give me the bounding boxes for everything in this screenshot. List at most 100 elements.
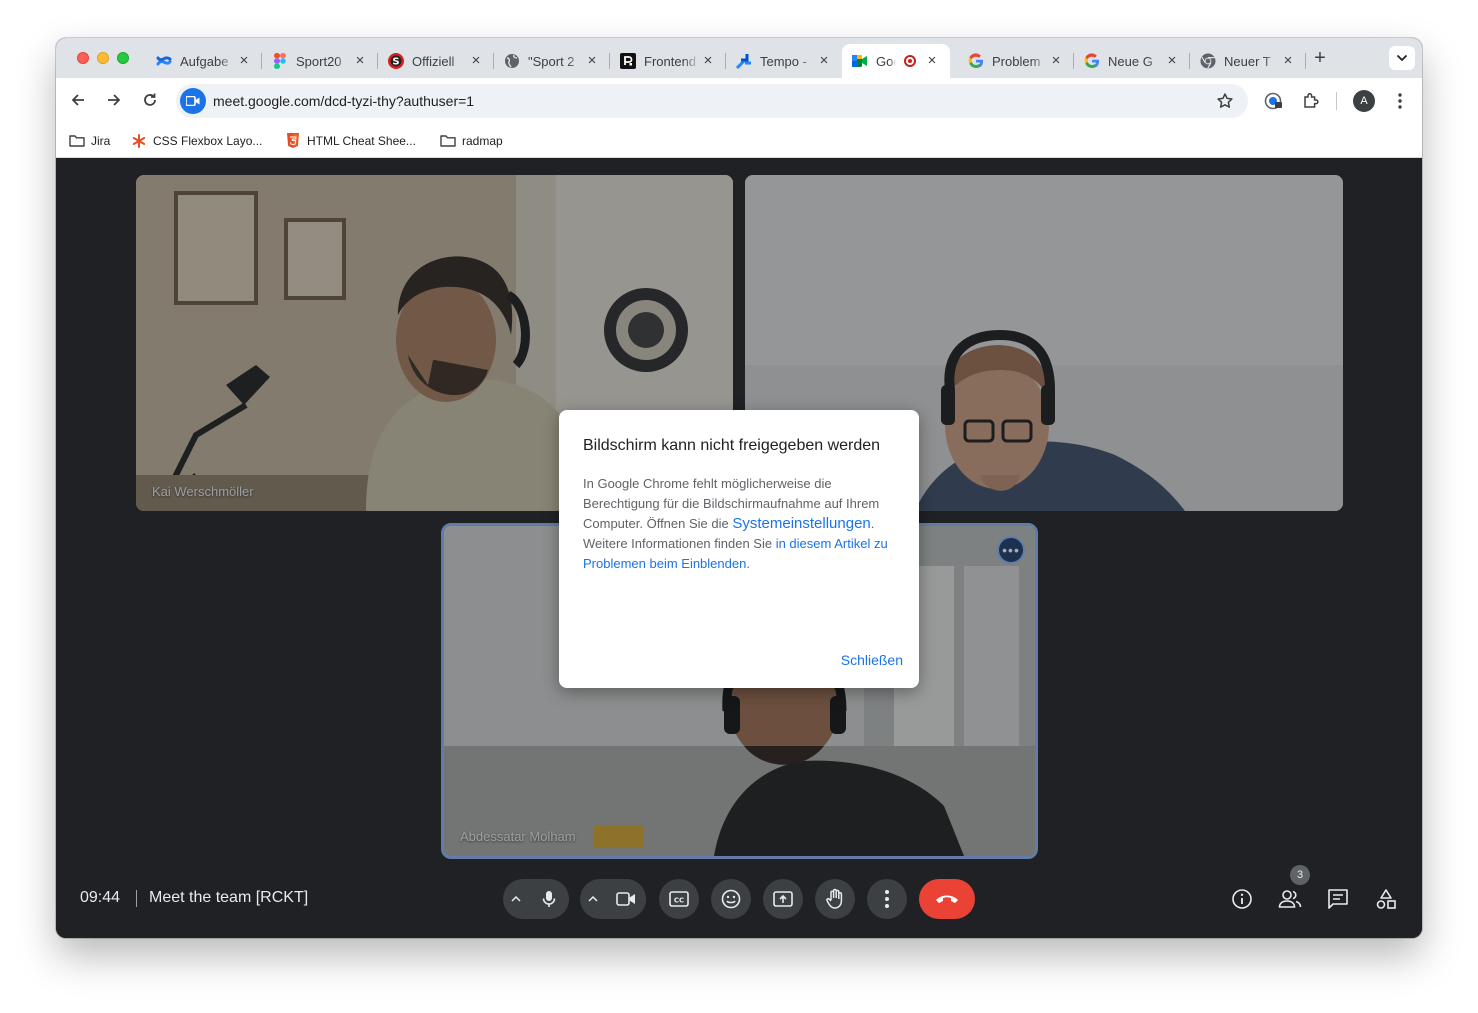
tab-close-icon[interactable]: × <box>1280 53 1296 69</box>
meet-stage: Kai Werschmöller ••• Abdessatar Molham B… <box>56 159 1422 938</box>
more-options-button[interactable] <box>867 879 907 919</box>
leave-call-button[interactable] <box>919 879 975 919</box>
toolbar-divider <box>1336 92 1337 110</box>
close-window-button[interactable] <box>77 52 89 64</box>
tab-8[interactable]: Neue G × <box>1074 44 1190 78</box>
system-settings-link[interactable]: Systemeinstellungen <box>732 515 870 532</box>
hang-up-phone-icon <box>936 895 958 903</box>
google-icon <box>968 53 984 69</box>
tab-title: Goo <box>876 53 896 69</box>
folder-icon <box>440 133 456 149</box>
meet-site-icon[interactable] <box>180 88 206 114</box>
captions-button[interactable]: CC <box>659 879 699 919</box>
back-arrow-icon[interactable] <box>66 88 90 112</box>
tab-close-icon[interactable]: × <box>816 53 832 69</box>
google-icon <box>1084 53 1100 69</box>
bookmarks-bar: Jira CSS Flexbox Layo... HTML Cheat Shee… <box>56 124 1422 158</box>
address-bar[interactable]: meet.google.com/dcd-tyzi-thy?authuser=1 <box>176 84 1248 118</box>
people-icon <box>1278 890 1302 908</box>
tab-5[interactable]: Tempo - × <box>726 44 842 78</box>
info-icon <box>1232 889 1252 909</box>
bottom-bar-divider <box>136 890 137 907</box>
more-vertical-icon <box>885 890 889 908</box>
raise-hand-icon <box>826 888 843 909</box>
chrome-icon <box>1200 53 1216 69</box>
reactions-button[interactable] <box>711 879 751 919</box>
tab-0[interactable]: Aufgabe × <box>146 44 262 78</box>
meeting-details-button[interactable] <box>1230 887 1254 911</box>
svg-text:S: S <box>392 57 399 68</box>
bookmark-radmap[interactable]: radmap <box>440 132 503 150</box>
camera-icon <box>616 892 635 906</box>
people-button[interactable] <box>1278 887 1302 911</box>
tab-close-icon[interactable]: × <box>468 53 484 69</box>
svg-text:CC: CC <box>674 897 684 905</box>
tab-9[interactable]: Neuer T × <box>1190 44 1306 78</box>
tab-6-active[interactable]: Goo × <box>842 44 950 78</box>
chrome-menu-kebab-icon[interactable] <box>1389 90 1411 112</box>
bookmark-css-flexbox[interactable]: CSS Flexbox Layo... <box>131 132 262 150</box>
tab-close-icon[interactable]: × <box>700 53 716 69</box>
camera-options-chevron-icon[interactable] <box>580 879 606 919</box>
tab-2[interactable]: S Offiziell × <box>378 44 494 78</box>
mic-control-group <box>503 879 569 919</box>
tab-title: Problem <box>992 53 1041 69</box>
tab-close-icon[interactable]: × <box>236 53 252 69</box>
tab-close-icon[interactable]: × <box>584 53 600 69</box>
extensions-puzzle-icon[interactable] <box>1300 90 1322 112</box>
tab-title: "Sport 2 <box>528 53 575 69</box>
tab-7[interactable]: Problem × <box>958 44 1074 78</box>
camera-control-group <box>580 879 646 919</box>
tab-3[interactable]: "Sport 2 × <box>494 44 610 78</box>
zoom-window-button[interactable] <box>117 52 129 64</box>
tab-title: Frontend <box>644 53 697 69</box>
bookmark-label: Jira <box>91 134 111 148</box>
activities-shapes-icon <box>1376 889 1396 909</box>
minimize-window-button[interactable] <box>97 52 109 64</box>
microphone-icon <box>542 891 556 907</box>
new-tab-plus-icon[interactable]: + <box>1310 48 1330 68</box>
tab-title: Neuer T <box>1224 53 1271 69</box>
tab-close-icon[interactable]: × <box>352 53 368 69</box>
closed-captions-icon: CC <box>669 891 689 907</box>
present-screen-button[interactable] <box>763 879 803 919</box>
tab-close-icon[interactable]: × <box>1164 53 1180 69</box>
profile-avatar[interactable]: A <box>1353 90 1375 112</box>
tab-title: Sport20 <box>296 53 342 69</box>
tab-close-icon[interactable]: × <box>924 53 940 69</box>
bookmark-label: CSS Flexbox Layo... <box>153 134 263 148</box>
tab-4[interactable]: Frontend × <box>610 44 726 78</box>
meet-bottom-bar: 09:44 Meet the team [RCKT] CC 3 <box>56 859 1422 938</box>
activities-button[interactable] <box>1374 887 1398 911</box>
bookmark-jira[interactable]: Jira <box>69 132 110 150</box>
dialog-text-3: . <box>746 556 750 571</box>
raise-hand-button[interactable] <box>815 879 855 919</box>
chat-icon <box>1328 889 1348 909</box>
dialog-title: Bildschirm kann nicht freigegeben werden <box>583 437 881 454</box>
mic-options-chevron-icon[interactable] <box>503 879 529 919</box>
microphone-button[interactable] <box>529 879 569 919</box>
confluence-icon <box>156 53 172 69</box>
tab-search-chevron-icon[interactable] <box>1389 46 1415 70</box>
reload-icon[interactable] <box>138 88 162 112</box>
dialog-close-button[interactable]: Schließen <box>841 648 903 672</box>
tab-title: Tempo - <box>760 53 807 69</box>
url-text[interactable]: meet.google.com/dcd-tyzi-thy?authuser=1 <box>213 93 474 109</box>
camera-button[interactable] <box>606 879 646 919</box>
bookmark-label: HTML Cheat Shee... <box>307 134 416 148</box>
meeting-clock: 09:44 <box>80 889 121 906</box>
tab-close-icon[interactable]: × <box>1048 53 1064 69</box>
google-meet-icon <box>852 53 868 69</box>
screen-share-error-dialog: Bildschirm kann nicht freigegeben werden… <box>559 410 919 688</box>
password-manager-icon[interactable] <box>1263 90 1285 112</box>
forward-arrow-icon[interactable] <box>102 88 126 112</box>
asterisk-icon <box>131 133 147 149</box>
bookmark-html-cheat-sheet[interactable]: HTML Cheat Shee... <box>285 132 416 150</box>
tempo-icon <box>736 53 752 69</box>
bookmark-star-icon[interactable] <box>1216 92 1234 110</box>
chat-button[interactable] <box>1326 887 1350 911</box>
browser-toolbar: meet.google.com/dcd-tyzi-thy?authuser=1 … <box>56 78 1422 124</box>
tab-1[interactable]: Sport20 × <box>262 44 378 78</box>
recording-icon <box>904 55 916 67</box>
tab-title: Offiziell <box>412 53 455 69</box>
